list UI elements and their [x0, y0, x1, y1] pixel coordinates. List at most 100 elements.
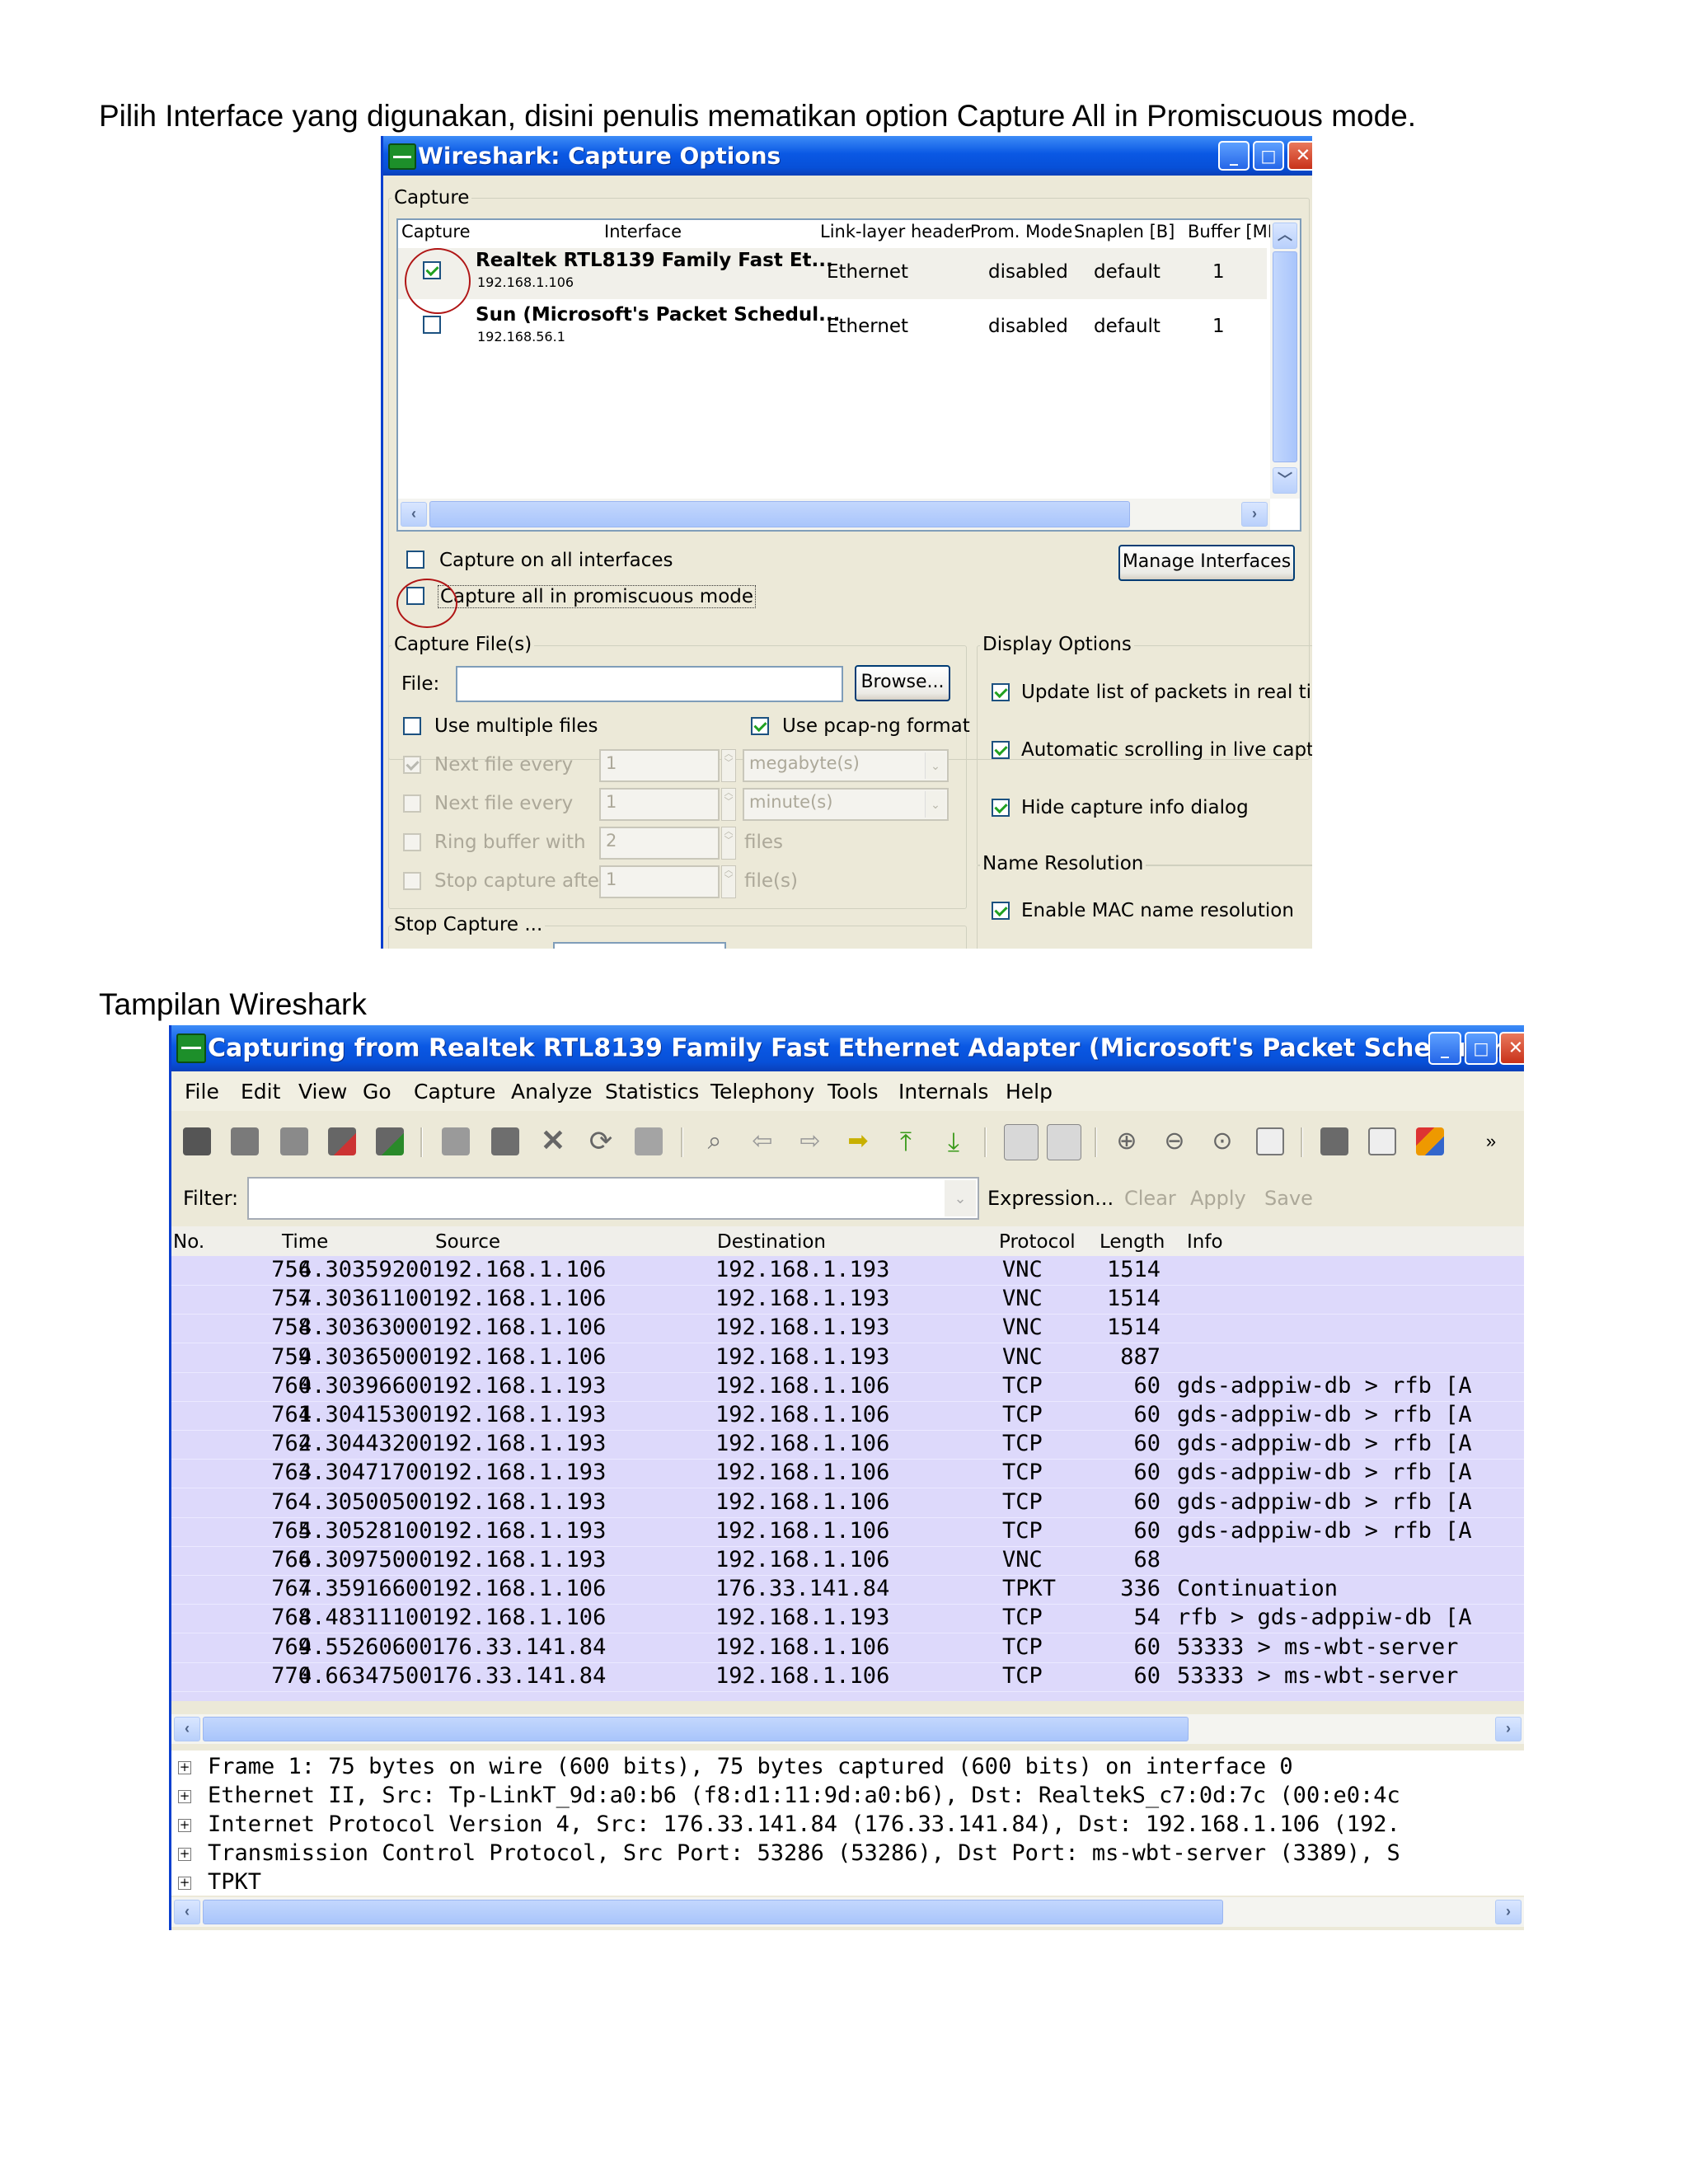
detail-tree-item[interactable]: + Transmission Control Protocol, Src Port… — [171, 1840, 1524, 1869]
menu-telephony[interactable]: Telephony — [710, 1080, 814, 1104]
colorize-icon[interactable] — [1004, 1124, 1039, 1160]
menu-help[interactable]: Help — [1006, 1080, 1053, 1104]
capture-options-titlebar[interactable]: Wireshark: Capture Options _ □ ✕ — [383, 136, 1312, 176]
maximize-button[interactable]: □ — [1253, 141, 1284, 171]
stop-capture-icon[interactable] — [328, 1127, 356, 1155]
go-first-icon[interactable]: ⤒ — [892, 1127, 920, 1155]
table-row[interactable]: 763 4.30471700 192.168.1.193 192.168.1.106 T… — [171, 1459, 1524, 1489]
menu-statistics[interactable]: Statistics — [605, 1080, 699, 1104]
expand-plus-icon[interactable]: + — [178, 1819, 191, 1832]
detail-tree-item[interactable]: + Ethernet II, Src: Tp-LinkT_9d:a0:b6 (f8… — [171, 1783, 1524, 1811]
capture-filters-icon[interactable] — [1320, 1127, 1348, 1155]
resize-columns-icon[interactable] — [1256, 1127, 1284, 1155]
use-pcapng-checkbox[interactable] — [751, 717, 769, 735]
chevron-down-icon[interactable]: ⌄ — [925, 791, 945, 818]
scroll-left-arrow[interactable]: ‹ — [174, 1717, 200, 1741]
maximize-button[interactable]: □ — [1465, 1032, 1498, 1065]
scroll-thumb[interactable] — [203, 1717, 1189, 1741]
col-time[interactable]: Time — [282, 1231, 328, 1253]
detail-tree-item[interactable]: + Internet Protocol Version 4, Src: 176.3… — [171, 1811, 1524, 1840]
go-to-packet-icon[interactable]: ➡ — [844, 1127, 872, 1155]
main-titlebar[interactable]: Capturing from Realtek RTL8139 Family Fa… — [171, 1025, 1524, 1071]
minimize-button[interactable]: _ — [1218, 141, 1250, 171]
interface-list[interactable]: Capture Interface Link-layer header Prom… — [396, 218, 1301, 532]
col-source[interactable]: Source — [435, 1231, 500, 1253]
expand-plus-icon[interactable]: + — [178, 1761, 191, 1774]
go-last-icon[interactable]: ⤓ — [940, 1127, 968, 1155]
filter-input[interactable] — [247, 1177, 979, 1220]
scroll-thumb[interactable] — [429, 501, 1130, 527]
table-row[interactable]: 760 4.30396600 192.168.1.193 192.168.1.106 T… — [171, 1372, 1524, 1402]
table-row[interactable]: 756 4.30359200 192.168.1.106 192.168.1.193 V… — [171, 1256, 1524, 1286]
ring-buffer-input[interactable]: 2 — [599, 827, 720, 860]
expand-plus-icon[interactable]: + — [178, 1790, 191, 1803]
menu-go[interactable]: Go — [363, 1080, 392, 1104]
print-icon[interactable] — [635, 1127, 663, 1155]
stop-after-input[interactable]: 1 — [599, 865, 720, 898]
next-file-time-unit[interactable]: minute(s) ⌄ — [743, 788, 949, 821]
mac-resolution-checkbox[interactable] — [992, 902, 1010, 920]
detail-tree-item[interactable]: + Frame 1: 75 bytes on wire (600 bits), 7… — [171, 1754, 1524, 1783]
expand-plus-icon[interactable]: + — [178, 1877, 191, 1890]
scroll-right-arrow[interactable]: › — [1241, 502, 1268, 527]
scroll-thumb[interactable] — [1273, 251, 1297, 462]
apply-button[interactable]: Apply — [1190, 1187, 1246, 1210]
next-file-size-unit[interactable]: megabyte(s) ⌄ — [743, 749, 949, 782]
restart-capture-icon[interactable] — [376, 1127, 404, 1155]
col-prom-mode[interactable]: Prom. Mode — [970, 222, 1072, 241]
hide-info-checkbox[interactable] — [992, 799, 1010, 817]
table-row[interactable]: 764 4.30500500 192.168.1.193 192.168.1.106 T… — [171, 1488, 1524, 1518]
packet-list[interactable]: 756 4.30359200 192.168.1.106 192.168.1.193 V… — [171, 1256, 1524, 1701]
table-row[interactable]: 766 4.30975000 192.168.1.193 192.168.1.106 V… — [171, 1546, 1524, 1576]
update-realtime-checkbox[interactable] — [992, 683, 1010, 701]
use-multiple-files-checkbox[interactable] — [403, 717, 421, 735]
next-file-time-input[interactable]: 1 — [599, 788, 720, 821]
packet-list-hscroll[interactable]: ‹ › — [171, 1714, 1524, 1744]
menu-analyze[interactable]: Analyze — [511, 1080, 593, 1104]
update-realtime-label[interactable]: Update list of packets in real time — [1021, 682, 1312, 703]
packet-details-pane[interactable]: + Frame 1: 75 bytes on wire (600 bits), 7… — [171, 1750, 1524, 1896]
details-hscroll[interactable]: ‹ › — [171, 1897, 1524, 1927]
col-no[interactable]: No. — [173, 1231, 204, 1253]
expression-button[interactable]: Expression... — [987, 1187, 1114, 1210]
use-multiple-files-label[interactable]: Use multiple files — [434, 715, 598, 737]
clear-button[interactable]: Clear — [1124, 1187, 1176, 1210]
detail-tree-item[interactable]: + TPKT — [171, 1869, 1524, 1896]
col-buffer[interactable]: Buffer [MB — [1188, 222, 1279, 241]
zoom-in-icon[interactable]: ⊕ — [1113, 1127, 1141, 1155]
scroll-left-arrow[interactable]: ‹ — [174, 1900, 200, 1924]
table-row[interactable]: 768 4.48311100 192.168.1.106 192.168.1.193 T… — [171, 1604, 1524, 1634]
next-file-time-checkbox[interactable] — [403, 794, 421, 813]
find-packet-icon[interactable]: ⌕ — [701, 1127, 729, 1155]
table-row[interactable]: 757 4.30361100 192.168.1.106 192.168.1.193 V… — [171, 1285, 1524, 1315]
next-file-time-label[interactable]: Next file every — [434, 793, 573, 814]
hide-info-label[interactable]: Hide capture info dialog — [1021, 797, 1249, 818]
table-row[interactable]: 762 4.30443200 192.168.1.193 192.168.1.106 T… — [171, 1430, 1524, 1460]
coloring-rules-icon[interactable] — [1416, 1127, 1444, 1155]
table-row[interactable]: 767 4.35916600 192.168.1.106 176.33.141.84 T… — [171, 1575, 1524, 1605]
next-file-size-checkbox[interactable] — [403, 756, 421, 774]
scroll-down-arrow[interactable]: ﹀ — [1273, 467, 1297, 494]
display-filters-icon[interactable] — [1368, 1127, 1396, 1155]
col-capture[interactable]: Capture — [401, 222, 471, 241]
menu-capture[interactable]: Capture — [414, 1080, 495, 1104]
stop-after-checkbox[interactable] — [403, 872, 421, 890]
next-file-size-label[interactable]: Next file every — [434, 754, 573, 776]
ring-buffer-label[interactable]: Ring buffer with — [434, 832, 586, 853]
close-button[interactable]: ✕ — [1499, 1032, 1524, 1065]
stop-capture-input[interactable] — [553, 942, 726, 949]
open-file-icon[interactable] — [442, 1127, 470, 1155]
ring-buffer-checkbox[interactable] — [403, 833, 421, 851]
filter-dropdown[interactable]: ⌄ — [945, 1180, 976, 1216]
scroll-left-arrow[interactable]: ‹ — [401, 502, 427, 527]
zoom-out-icon[interactable]: ⊖ — [1160, 1127, 1189, 1155]
manage-interfaces-button[interactable]: Manage Interfaces — [1118, 545, 1295, 581]
expand-plus-icon[interactable]: + — [178, 1848, 191, 1861]
col-info[interactable]: Info — [1187, 1231, 1223, 1253]
save-file-icon[interactable] — [491, 1127, 519, 1155]
toolbar-overflow-icon[interactable]: » — [1477, 1127, 1505, 1155]
col-interface[interactable]: Interface — [604, 222, 682, 241]
scroll-right-arrow[interactable]: › — [1495, 1900, 1522, 1924]
table-row[interactable]: 758 4.30363000 192.168.1.106 192.168.1.193 V… — [171, 1314, 1524, 1344]
next-file-size-input[interactable]: 1 — [599, 749, 720, 782]
